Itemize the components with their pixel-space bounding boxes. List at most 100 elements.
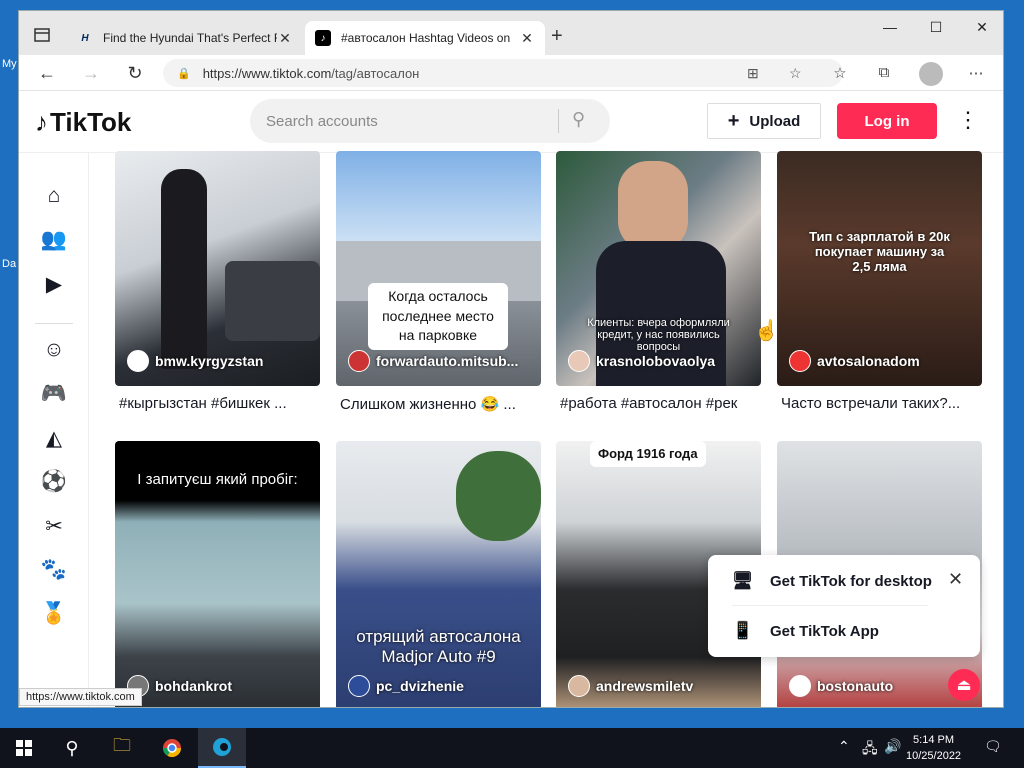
username: bohdankrot — [155, 678, 232, 694]
close-tab-icon[interactable]: ✕ — [519, 30, 535, 47]
notifications-icon[interactable]: 🗨 — [984, 738, 1002, 755]
video-description[interactable]: Слишком жизненно 😂 ... — [340, 395, 545, 413]
username: avtosalonadom — [817, 353, 920, 369]
video-author[interactable]: bostonauto — [789, 675, 893, 697]
close-window-icon[interactable]: ✕ — [959, 19, 1003, 36]
username: krasnolobovaolya — [596, 353, 716, 369]
comedy-icon[interactable]: ☺ — [39, 335, 69, 365]
video-card[interactable]: Клиенты: вчера оформляли кредит, у нас п… — [556, 151, 761, 386]
close-popup-icon[interactable]: ✕ — [948, 569, 963, 590]
video-author[interactable]: forwardauto.mitsub... — [348, 350, 518, 372]
video-card[interactable]: отрящий автосалона Madjor Auto #9 pc_dvi… — [336, 441, 541, 707]
upload-button[interactable]: + Upload — [707, 103, 821, 139]
search-icon[interactable]: ⚲ — [48, 728, 96, 768]
video-author[interactable]: andrewsmiletv — [568, 675, 693, 697]
tab-tiktok[interactable]: ♪ #автосалон Hashtag Videos on ✕ — [305, 21, 545, 55]
video-overlay-text: отрящий автосалона Madjor Auto #9 — [356, 627, 521, 666]
get-mobile-app-item[interactable]: 📱 Get TikTok App — [732, 621, 879, 641]
url-path: /tag/автосалон — [331, 65, 420, 81]
video-card[interactable]: Тип с зарплатой в 20к покупает машину за… — [777, 151, 982, 386]
video-author[interactable]: bohdankrot — [127, 675, 232, 697]
gaming-icon[interactable]: 🎮 — [39, 379, 69, 409]
tab-bar: H Find the Hyundai That's Perfect F ✕ ♪ … — [19, 11, 1003, 55]
desktop-label-my[interactable]: My — [2, 58, 17, 70]
video-overlay-text: Когда осталось последнее место на парков… — [368, 283, 508, 350]
side-nav: ⌂ 👥 ▶ ☺ 🎮 ◭ ⚽ ✂ 🐾 🏅 — [19, 153, 89, 707]
avatar — [127, 350, 149, 372]
video-card[interactable]: bmw.kyrgyzstan — [115, 151, 320, 386]
start-button[interactable] — [0, 728, 48, 768]
avatar — [348, 350, 370, 372]
video-description[interactable]: #работа #автосалон #рек — [560, 395, 765, 412]
url-field[interactable]: 🔒 https://www.tiktok.com/tag/автосалон ⊞… — [163, 59, 843, 87]
new-tab-icon[interactable]: + — [551, 25, 563, 48]
tab-actions-button[interactable] — [27, 23, 57, 47]
hyundai-icon: H — [81, 32, 89, 44]
chrome-icon[interactable] — [148, 728, 196, 768]
more-menu-icon[interactable]: ⋮ — [957, 107, 979, 133]
achievement-icon[interactable]: 🏅 — [39, 599, 69, 629]
tab-actions-icon — [34, 28, 50, 42]
animals-icon[interactable]: 🐾 — [39, 555, 69, 585]
username: bostonauto — [817, 678, 894, 694]
edge-icon[interactable] — [198, 728, 246, 768]
maximize-icon[interactable]: ☐ — [913, 19, 959, 36]
beauty-icon[interactable]: ✂ — [39, 511, 69, 541]
browser-window: H Find the Hyundai That's Perfect F ✕ ♪ … — [18, 10, 1004, 708]
address-bar: ← → ↻ 🔒 https://www.tiktok.com/tag/автос… — [19, 55, 1003, 91]
close-tab-icon[interactable]: ✕ — [277, 30, 293, 47]
clock[interactable]: 5:14 PM 10/25/2022 — [906, 732, 961, 764]
live-icon[interactable]: ▶ — [39, 269, 69, 299]
avatar — [568, 350, 590, 372]
username: forwardauto.mitsub... — [376, 353, 519, 369]
profile-avatar[interactable] — [919, 62, 943, 86]
search-icon[interactable]: ⚲ — [572, 109, 585, 130]
tiktok-icon: ♪ — [315, 30, 331, 46]
file-explorer-icon[interactable]: 🗀 — [98, 728, 146, 768]
video-card[interactable]: І запитуєш який пробіг: bohdankrot — [115, 441, 320, 707]
tab-hyundai[interactable]: H Find the Hyundai That's Perfect F ✕ — [67, 21, 303, 55]
add-favorite-icon[interactable]: ☆ — [789, 65, 802, 82]
video-card[interactable]: Когда осталось последнее место на парков… — [336, 151, 541, 386]
following-icon[interactable]: 👥 — [39, 225, 69, 255]
windows-icon — [16, 740, 32, 756]
tab-title: Find the Hyundai That's Perfect F — [103, 31, 277, 45]
tiktok-logo-icon: ♪ — [35, 107, 48, 137]
back-icon[interactable]: ← — [33, 61, 61, 85]
home-icon[interactable]: ⌂ — [39, 181, 69, 211]
time: 5:14 PM — [913, 734, 955, 746]
forward-icon[interactable]: → — [77, 61, 105, 85]
video-overlay-text: І запитуєш який пробіг: — [137, 471, 298, 488]
tiktok-header: ♪ TikTok ⚲ + Upload Log in ⋮ — [19, 91, 1003, 153]
favorites-icon[interactable]: ☆ — [829, 64, 851, 82]
search-input[interactable] — [266, 112, 556, 130]
video-description[interactable]: #кыргызстан #бишкек ... — [119, 395, 324, 412]
video-author[interactable]: bmw.kyrgyzstan — [127, 350, 263, 372]
settings-more-icon[interactable]: ⋯ — [965, 64, 987, 82]
video-description[interactable]: Часто встречали таких?... — [781, 395, 986, 412]
video-author[interactable]: avtosalonadom — [789, 350, 920, 372]
app-available-icon[interactable]: ⊞ — [747, 65, 759, 82]
video-author[interactable]: pc_dvizhenie — [348, 675, 464, 697]
search-bar: ⚲ — [250, 99, 610, 143]
scroll-to-top-button[interactable]: ⏏ — [948, 669, 980, 701]
video-overlay-text: Форд 1916 года — [590, 441, 706, 468]
tiktok-logo[interactable]: ♪ TikTok — [35, 107, 131, 138]
get-app-popup: 🖥 Get TikTok for desktop 📱 Get TikTok Ap… — [708, 555, 980, 657]
minimize-icon[interactable]: — — [867, 19, 913, 35]
desktop-label-da[interactable]: Da — [2, 258, 16, 270]
login-button[interactable]: Log in — [837, 103, 937, 139]
arrow-up-icon: ⏏ — [956, 677, 972, 694]
network-icon[interactable]: 🖧 — [862, 738, 878, 762]
video-author[interactable]: krasnolobovaolya — [568, 350, 715, 372]
volume-icon[interactable]: 🔊 — [884, 738, 901, 755]
get-desktop-label: Get TikTok for desktop — [770, 572, 932, 590]
refresh-icon[interactable]: ↻ — [121, 61, 149, 85]
get-desktop-app-item[interactable]: 🖥 Get TikTok for desktop — [732, 571, 932, 591]
collections-icon[interactable]: ⧉ — [873, 64, 895, 81]
username: bmw.kyrgyzstan — [155, 353, 264, 369]
sports-icon[interactable]: ⚽ — [39, 467, 69, 497]
food-icon[interactable]: ◭ — [39, 423, 69, 453]
video-overlay-text: Клиенты: вчера оформляли кредит, у нас п… — [587, 317, 730, 353]
chevron-up-icon[interactable]: ⌃ — [838, 738, 850, 755]
